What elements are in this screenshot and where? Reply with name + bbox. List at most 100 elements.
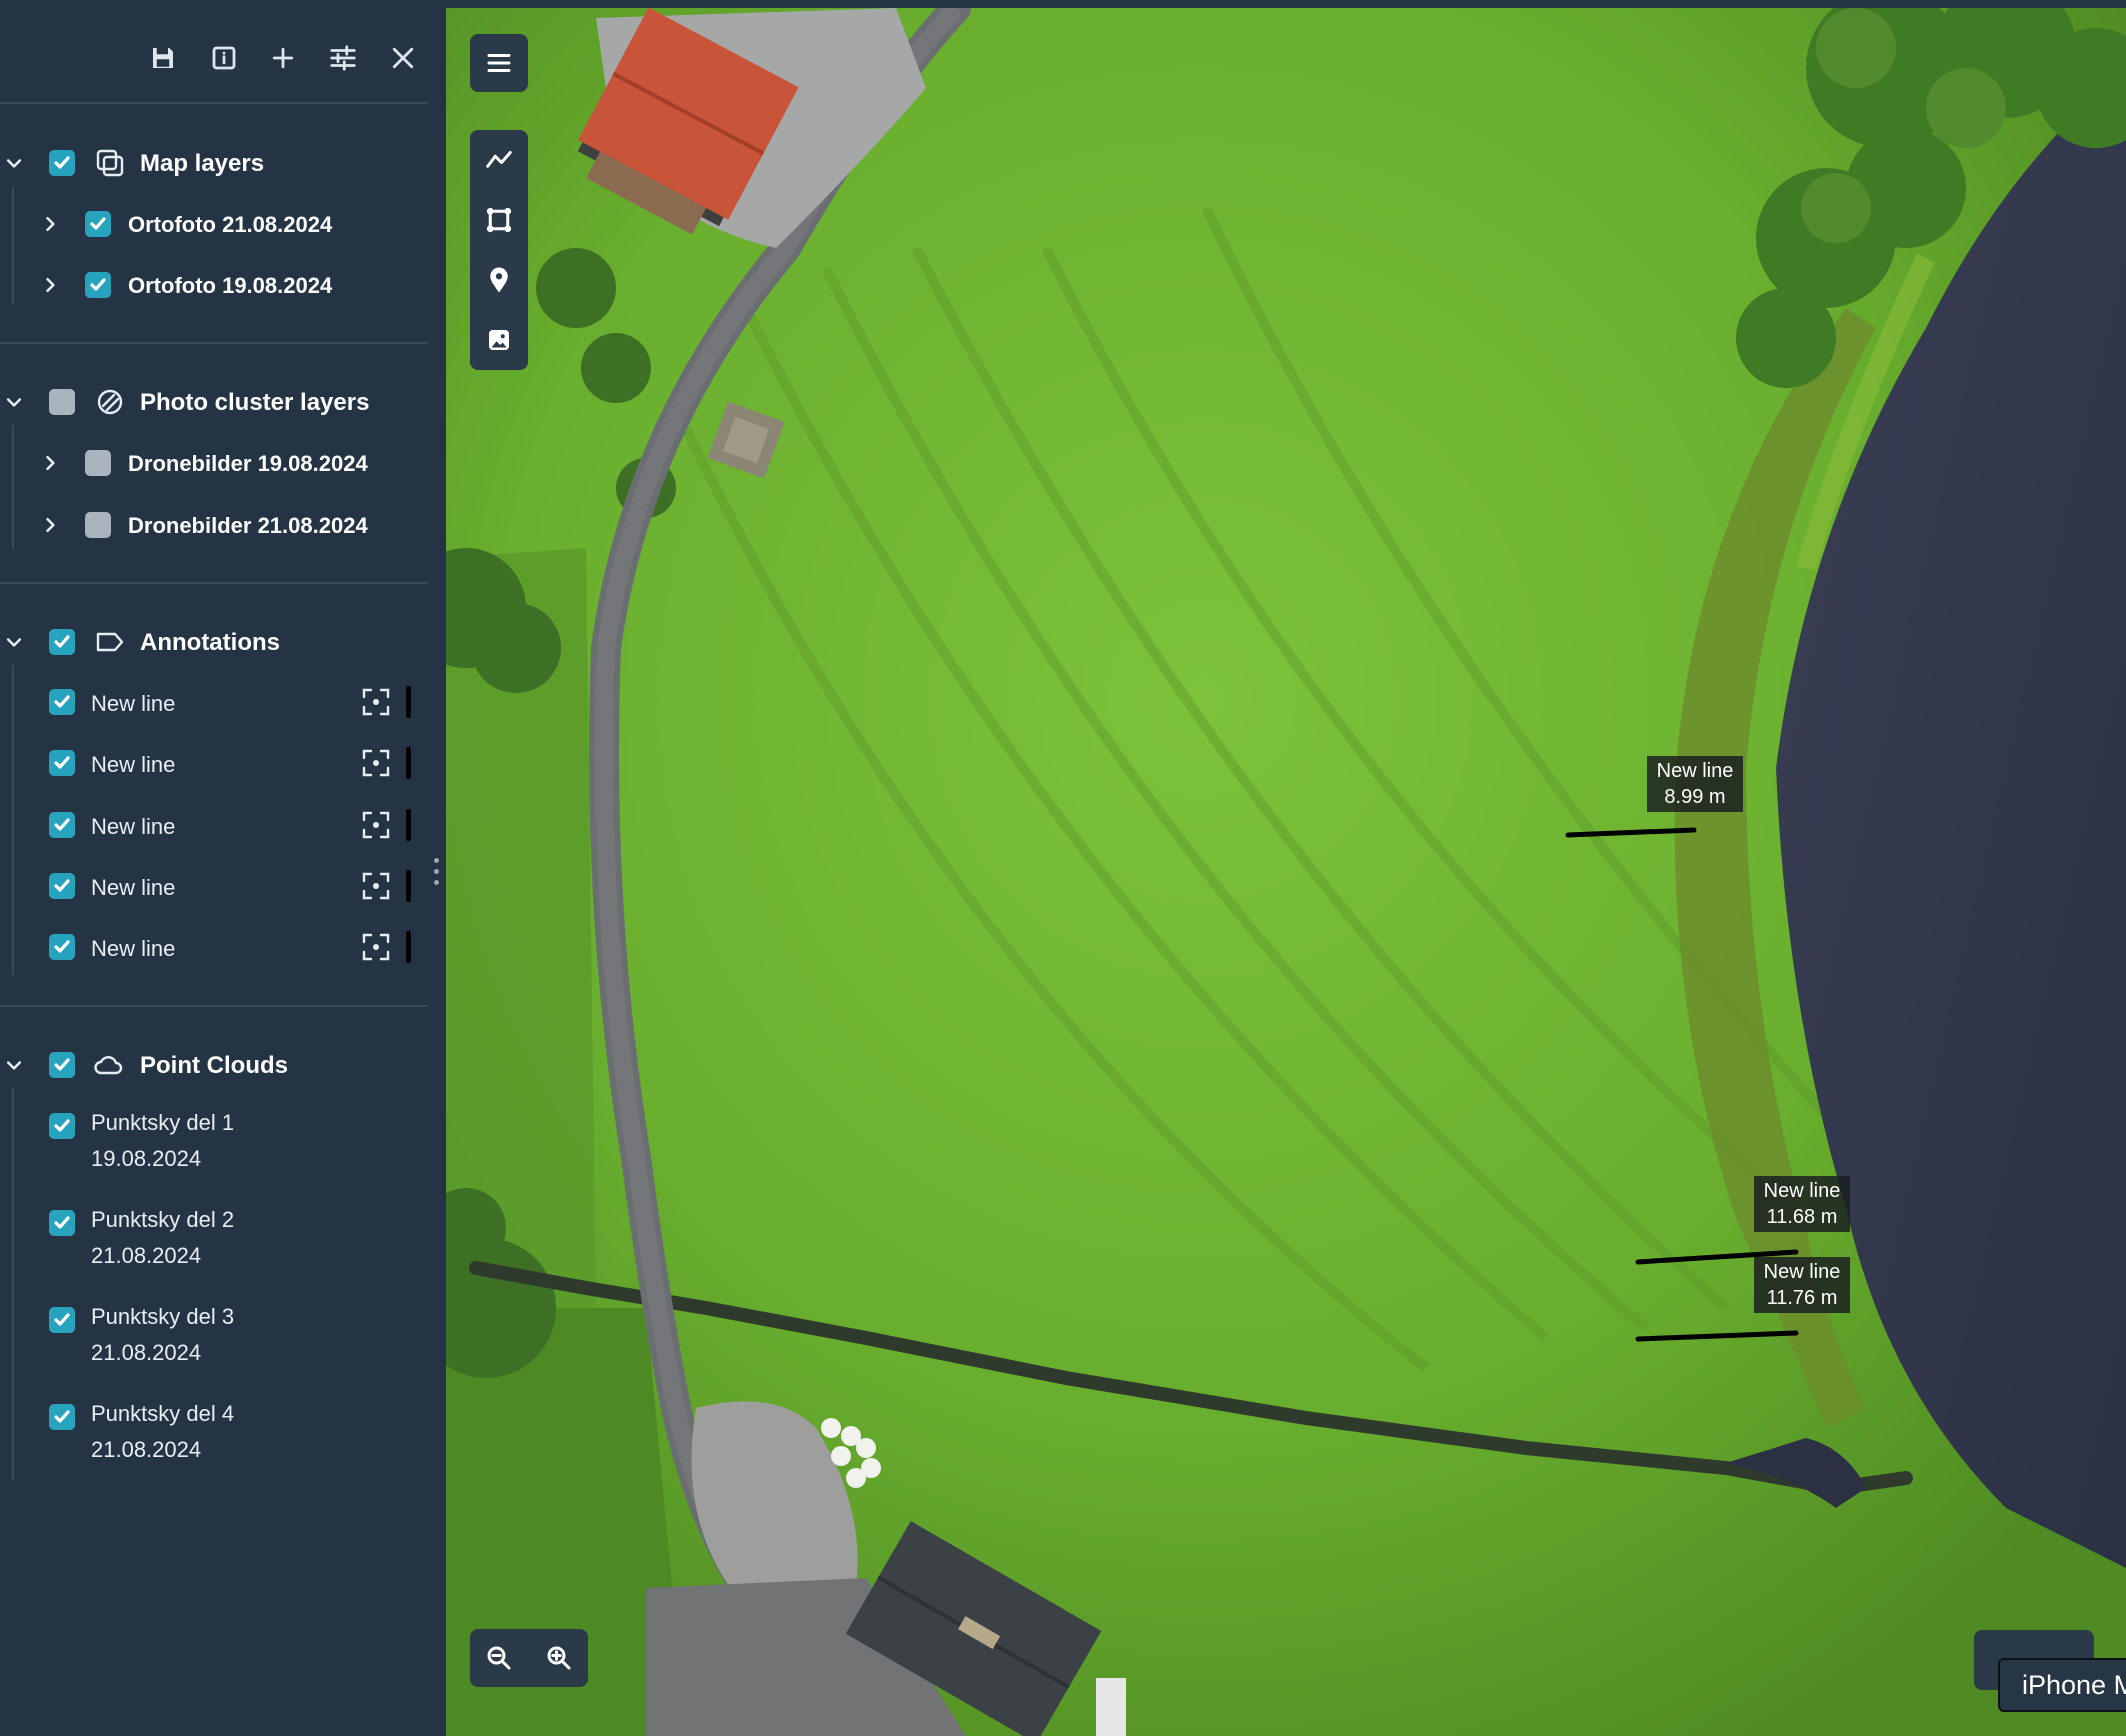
layer-row[interactable]: Dronebilder 21.08.2024 xyxy=(0,500,428,550)
measurement-label: New line 11.76 m xyxy=(1754,1257,1850,1313)
zoom-to-button[interactable] xyxy=(360,870,392,902)
measurement-name: New line xyxy=(1656,760,1734,782)
color-swatch[interactable] xyxy=(406,809,411,841)
settings-button[interactable] xyxy=(323,38,363,78)
divider xyxy=(0,1005,428,1007)
annotation-row[interactable]: New line xyxy=(0,677,428,727)
annotation-checkbox[interactable] xyxy=(49,934,75,960)
zoom-in-button[interactable] xyxy=(537,1636,581,1680)
point-cloud-name: Punktsky del 3 xyxy=(91,1304,235,1329)
zoom-out-button[interactable] xyxy=(477,1636,521,1680)
zoom-to-button[interactable] xyxy=(360,809,392,841)
layer-row[interactable]: Ortofoto 19.08.2024 xyxy=(0,260,428,310)
annotation-row[interactable]: New line xyxy=(0,922,428,972)
annotation-row[interactable]: New line xyxy=(0,800,428,850)
annotation-row[interactable]: New line xyxy=(0,861,428,911)
measurement-length: 11.76 m xyxy=(1766,1287,1838,1309)
add-marker-button[interactable] xyxy=(477,258,521,302)
draw-polygon-button[interactable] xyxy=(477,198,521,242)
zoom-in-icon xyxy=(547,1646,571,1670)
layer-label: Ortofoto 19.08.2024 xyxy=(128,273,333,298)
zoom-out-icon xyxy=(487,1646,511,1670)
annotations-checkbox[interactable] xyxy=(49,629,75,655)
chevron-down-icon[interactable] xyxy=(2,1053,26,1077)
annotation-checkbox[interactable] xyxy=(49,689,75,715)
section-header-annotations[interactable]: Annotations xyxy=(0,617,428,667)
zoom-to-button[interactable] xyxy=(360,747,392,779)
layer-row[interactable]: Ortofoto 21.08.2024 xyxy=(0,199,428,249)
layers-icon xyxy=(94,147,126,179)
chevron-down-icon[interactable] xyxy=(2,630,26,654)
info-button[interactable] xyxy=(204,38,244,78)
cloud-icon xyxy=(92,1049,124,1081)
chevron-right-icon[interactable] xyxy=(38,513,62,537)
layer-row[interactable]: Dronebilder 19.08.2024 xyxy=(0,438,428,488)
layer-checkbox[interactable] xyxy=(85,450,111,476)
annotation-checkbox[interactable] xyxy=(49,873,75,899)
annotation-checkbox[interactable] xyxy=(49,750,75,776)
point-cloud-checkbox[interactable] xyxy=(49,1404,75,1430)
measure-line[interactable] xyxy=(1565,827,1697,838)
add-layer-button[interactable] xyxy=(263,38,303,78)
point-cloud-checkbox[interactable] xyxy=(49,1307,75,1333)
image-icon xyxy=(489,330,509,350)
color-swatch[interactable] xyxy=(406,686,411,718)
annotation-label: New line xyxy=(91,752,176,777)
chevron-right-icon[interactable] xyxy=(38,451,62,475)
draw-line-button[interactable] xyxy=(477,138,521,182)
sidebar-resize-handle[interactable] xyxy=(434,858,440,888)
point-cloud-name: Punktsky del 4 xyxy=(91,1401,235,1426)
add-image-button[interactable] xyxy=(477,318,521,362)
section-header-point-clouds[interactable]: Point Clouds xyxy=(0,1040,428,1090)
point-cloud-row[interactable]: Punktsky del 2 21.08.2024 xyxy=(0,1202,428,1282)
point-cloud-label: Punktsky del 4 21.08.2024 xyxy=(91,1396,234,1468)
point-cloud-row[interactable]: Punktsky del 4 21.08.2024 xyxy=(0,1396,428,1476)
save-icon xyxy=(153,48,173,68)
hamburger-icon xyxy=(477,41,521,85)
point-clouds-checkbox[interactable] xyxy=(49,1052,75,1078)
point-cloud-checkbox[interactable] xyxy=(49,1210,75,1236)
chevron-right-icon[interactable] xyxy=(38,273,62,297)
annotation-label: New line xyxy=(91,936,176,961)
device-tooltip: iPhone M xyxy=(1998,1658,2126,1712)
annotation-row[interactable]: New line xyxy=(0,738,428,788)
section-title: Annotations xyxy=(140,629,280,656)
point-cloud-row[interactable]: Punktsky del 3 21.08.2024 xyxy=(0,1299,428,1379)
zoom-controls xyxy=(470,1629,588,1687)
layer-checkbox[interactable] xyxy=(85,211,111,237)
section-header-map-layers[interactable]: Map layers xyxy=(0,138,428,188)
map-view[interactable]: New line 8.99 m New line 11.68 m New lin… xyxy=(446,8,2126,1736)
point-cloud-checkbox[interactable] xyxy=(49,1113,75,1139)
point-cloud-date: 21.08.2024 xyxy=(91,1340,202,1365)
chevron-right-icon[interactable] xyxy=(38,212,62,236)
chevron-down-icon[interactable] xyxy=(2,151,26,175)
chevron-down-icon[interactable] xyxy=(2,390,26,414)
layer-label: Ortofoto 21.08.2024 xyxy=(128,212,333,237)
layer-checkbox[interactable] xyxy=(85,512,111,538)
measure-line[interactable] xyxy=(1635,1330,1799,1342)
tag-icon xyxy=(94,626,126,658)
zoom-to-button[interactable] xyxy=(360,686,392,718)
save-button[interactable] xyxy=(143,38,183,78)
color-swatch[interactable] xyxy=(406,747,411,779)
menu-button[interactable] xyxy=(470,34,528,92)
divider xyxy=(0,342,428,344)
close-icon xyxy=(392,47,414,69)
point-cloud-date: 21.08.2024 xyxy=(91,1437,202,1462)
plus-icon xyxy=(272,47,294,69)
color-swatch[interactable] xyxy=(406,870,411,902)
map-layers-checkbox[interactable] xyxy=(49,150,75,176)
measurement-label: New line 8.99 m xyxy=(1647,756,1743,812)
section-header-photo-clusters[interactable]: Photo cluster layers xyxy=(0,377,428,427)
map-pin-icon xyxy=(490,267,508,293)
zoom-to-button[interactable] xyxy=(360,931,392,963)
measurement-name: New line xyxy=(1763,1261,1841,1283)
point-cloud-row[interactable]: Punktsky del 1 19.08.2024 xyxy=(0,1105,428,1185)
layer-checkbox[interactable] xyxy=(85,272,111,298)
point-cloud-label: Punktsky del 2 21.08.2024 xyxy=(91,1202,234,1274)
annotation-checkbox[interactable] xyxy=(49,812,75,838)
section-title: Point Clouds xyxy=(140,1052,288,1079)
close-sidebar-button[interactable] xyxy=(383,38,423,78)
photo-clusters-checkbox[interactable] xyxy=(49,389,75,415)
color-swatch[interactable] xyxy=(406,931,411,963)
